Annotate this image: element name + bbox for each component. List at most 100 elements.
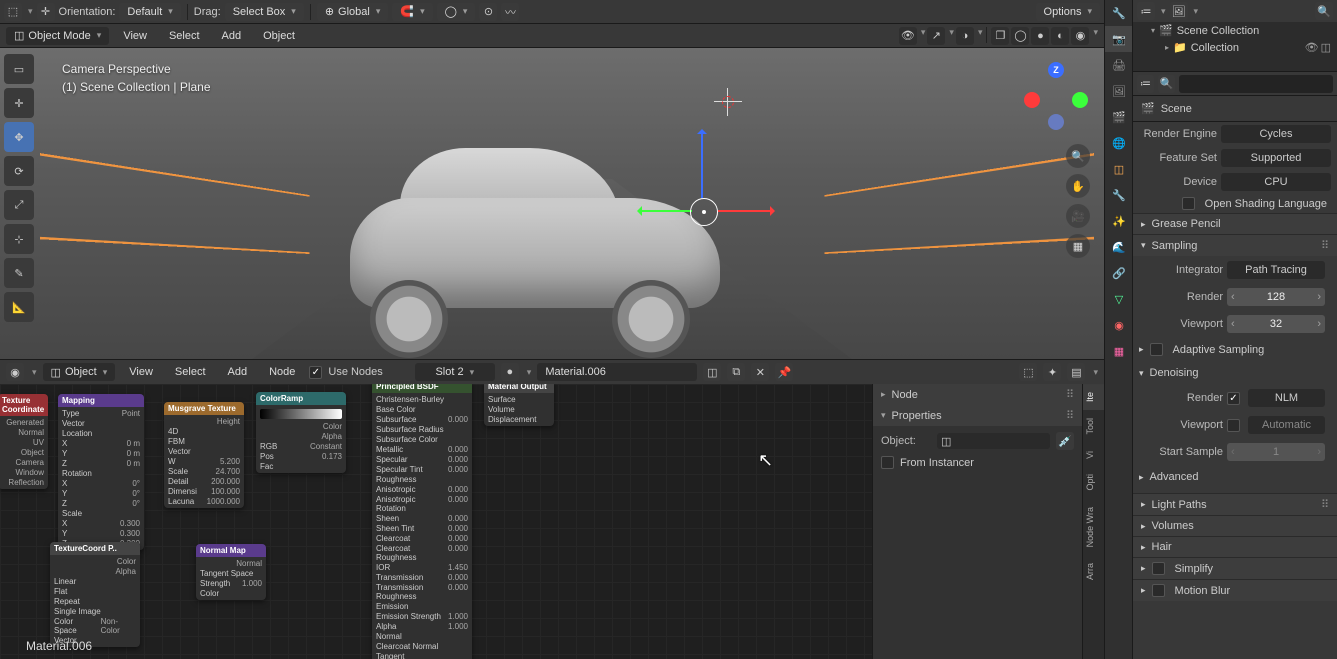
material-pin-icon[interactable]: 📌 <box>775 363 793 381</box>
tool-scale[interactable]: ⤢ <box>4 190 34 220</box>
shading-solid-icon[interactable]: ● <box>1031 27 1049 45</box>
gizmo-arrow-x[interactable] <box>718 210 772 212</box>
render-engine-dropdown[interactable]: Cycles <box>1221 125 1331 143</box>
node-snap-icon[interactable]: ✦ <box>1043 363 1061 381</box>
slot-dropdown[interactable]: Slot 2▾ <box>415 363 495 381</box>
material-browse-icon[interactable]: ◫ <box>703 363 721 381</box>
menu-add[interactable]: Add <box>214 27 250 45</box>
panel-sampling[interactable]: ▾Sampling⠿ <box>1133 234 1337 256</box>
use-nodes-checkbox[interactable] <box>309 366 322 379</box>
shading-wire-icon[interactable]: ◯ <box>1011 27 1029 45</box>
transform-orientation-dropdown[interactable]: ⊕ Global▾ <box>317 3 389 21</box>
tab-data[interactable]: ▽ <box>1105 286 1133 312</box>
axis-y-icon[interactable] <box>1072 92 1088 108</box>
object-field[interactable]: ◫ <box>937 433 1050 449</box>
panel-denoising[interactable]: ▾Denoising <box>1139 363 1331 383</box>
node-menu-add[interactable]: Add <box>220 363 256 381</box>
panel-advanced[interactable]: ▸Advanced <box>1139 467 1331 487</box>
simplify-checkbox[interactable] <box>1152 562 1165 575</box>
tab-view-layer[interactable]: 🖼 <box>1105 78 1133 104</box>
node-colorramp[interactable]: ColorRamp ColorAlphaRGBConstantPos0.173F… <box>256 392 346 473</box>
overlay-toggle-icon[interactable]: ◑ <box>956 27 974 45</box>
viewport-3d[interactable]: ▭ ✛ ✥ ⟳ ⤢ ⊹ ✎ 📐 Camera Perspective <box>0 48 1104 359</box>
osl-checkbox[interactable] <box>1182 197 1195 210</box>
menu-select[interactable]: Select <box>161 27 208 45</box>
material-copy-icon[interactable]: ⧉ <box>727 363 745 381</box>
xray-icon[interactable]: ❐ <box>991 27 1009 45</box>
outliner-collection[interactable]: ▸📁 Collection 👁◫ <box>1133 39 1337 56</box>
tool-transform[interactable]: ⊹ <box>4 224 34 254</box>
denoise-viewport-checkbox[interactable] <box>1227 419 1240 432</box>
panel-volumes[interactable]: ▸Volumes <box>1133 515 1337 536</box>
tab-scene[interactable]: 🎬 <box>1105 104 1133 130</box>
pan-icon[interactable]: ✋ <box>1066 174 1090 198</box>
node-material-output[interactable]: Material Output SurfaceVolumeDisplacemen… <box>484 384 554 426</box>
outliner-display-icon[interactable]: 🖼 <box>1170 2 1188 20</box>
tab-object[interactable]: ◫ <box>1105 156 1133 182</box>
tab-constraint[interactable]: 🔗 <box>1105 260 1133 286</box>
node-mapping[interactable]: Mapping TypePointVectorLocationX0 mY0 mZ… <box>58 394 144 550</box>
material-unlink-icon[interactable]: ✕ <box>751 363 769 381</box>
outliner-root[interactable]: ▾🎬 Scene Collection <box>1133 22 1337 39</box>
tab-tool[interactable]: Tool <box>1083 410 1104 443</box>
snap-dropdown[interactable]: 🧲▾ <box>392 3 432 21</box>
feature-set-dropdown[interactable]: Supported <box>1221 149 1331 167</box>
node-backdrop-icon[interactable]: ⬚ <box>1019 363 1037 381</box>
node-editor-type-icon[interactable]: ◉ <box>6 363 24 381</box>
render-samples-field[interactable]: 128 <box>1227 288 1325 306</box>
gizmo-center[interactable] <box>690 198 718 226</box>
node-object-mode[interactable]: ◫ Object▾ <box>43 363 116 381</box>
tab-arrange[interactable]: Arra <box>1083 555 1104 588</box>
panel-light-paths[interactable]: ▸Light Paths⠿ <box>1133 493 1337 515</box>
panel-node[interactable]: ▸Node⠿ <box>873 384 1082 405</box>
node-principled-bsdf[interactable]: Principled BSDF Christensen-BurleyBase C… <box>372 384 472 659</box>
properties-menu-icon[interactable]: ≔ <box>1137 75 1154 93</box>
material-name-field[interactable]: Material.006 <box>537 363 697 381</box>
panel-motion-blur[interactable]: ▸Motion Blur <box>1133 579 1337 601</box>
panel-simplify[interactable]: ▸Simplify <box>1133 557 1337 579</box>
node-musgrave[interactable]: Musgrave Texture Height4DFBMVectorW5.200… <box>164 402 244 508</box>
tool-move[interactable]: ✥ <box>4 122 34 152</box>
node-canvas[interactable]: Texture Coordinate GeneratedNormalUVObje… <box>0 384 872 659</box>
tab-view[interactable]: Vi <box>1083 443 1104 467</box>
node-texcoord[interactable]: Texture Coordinate GeneratedNormalUVObje… <box>0 394 48 489</box>
tool-annotate[interactable]: ✎ <box>4 258 34 288</box>
pivot-icon[interactable]: ⊙ <box>479 3 497 21</box>
node-menu-node[interactable]: Node <box>261 363 303 381</box>
visibility-icon[interactable]: 👁 <box>899 27 917 45</box>
panel-properties[interactable]: ▾Properties⠿ <box>873 405 1082 426</box>
viewport-samples-field[interactable]: 32 <box>1227 315 1325 333</box>
tab-world[interactable]: 🌐 <box>1105 130 1133 156</box>
node-menu-view[interactable]: View <box>121 363 161 381</box>
options-dropdown[interactable]: Options▾ <box>1036 3 1100 21</box>
outliner-search-icon[interactable]: 🔍 <box>1315 2 1333 20</box>
tool-measure[interactable]: 📐 <box>4 292 34 322</box>
tab-texture[interactable]: ▦ <box>1105 338 1133 364</box>
tab-options[interactable]: Opti <box>1083 466 1104 499</box>
snap-curve-icon[interactable]: 〰 <box>501 3 519 21</box>
tab-material[interactable]: ◉ <box>1105 312 1133 338</box>
scene-name[interactable]: Scene <box>1161 103 1192 115</box>
gizmo-toggle-icon[interactable]: ↗ <box>927 27 945 45</box>
device-dropdown[interactable]: CPU <box>1221 173 1331 191</box>
gizmo-arrow-z[interactable] <box>701 132 703 198</box>
material-sphere-icon[interactable]: ● <box>501 363 519 381</box>
gizmo-arrow-y[interactable] <box>640 210 692 212</box>
properties-search-input[interactable] <box>1179 75 1333 93</box>
from-instancer-checkbox[interactable] <box>881 456 894 469</box>
integrator-dropdown[interactable]: Path Tracing <box>1227 261 1325 279</box>
proportional-dropdown[interactable]: ◯▾ <box>437 3 476 21</box>
shading-rendered-icon[interactable]: ◉ <box>1071 27 1089 45</box>
orbit-gizmo[interactable]: Z <box>1024 62 1090 128</box>
editor-type-icon[interactable]: ⬚ <box>4 3 22 21</box>
tool-cursor[interactable]: ✛ <box>4 88 34 118</box>
panel-grease-pencil[interactable]: ▸Grease Pencil <box>1133 213 1337 234</box>
perspective-icon[interactable]: ▦ <box>1066 234 1090 258</box>
denoise-render-dropdown[interactable]: NLM <box>1248 389 1325 407</box>
drag-dropdown[interactable]: Select Box▾ <box>225 3 304 21</box>
orientation-dropdown[interactable]: Default▾ <box>119 3 180 21</box>
node-normalmap[interactable]: Normal Map NormalTangent SpaceStrength1.… <box>196 544 266 600</box>
motion-blur-checkbox[interactable] <box>1152 584 1165 597</box>
denoise-viewport-dropdown[interactable]: Automatic <box>1248 416 1325 434</box>
tab-modifier[interactable]: 🔧 <box>1105 182 1133 208</box>
